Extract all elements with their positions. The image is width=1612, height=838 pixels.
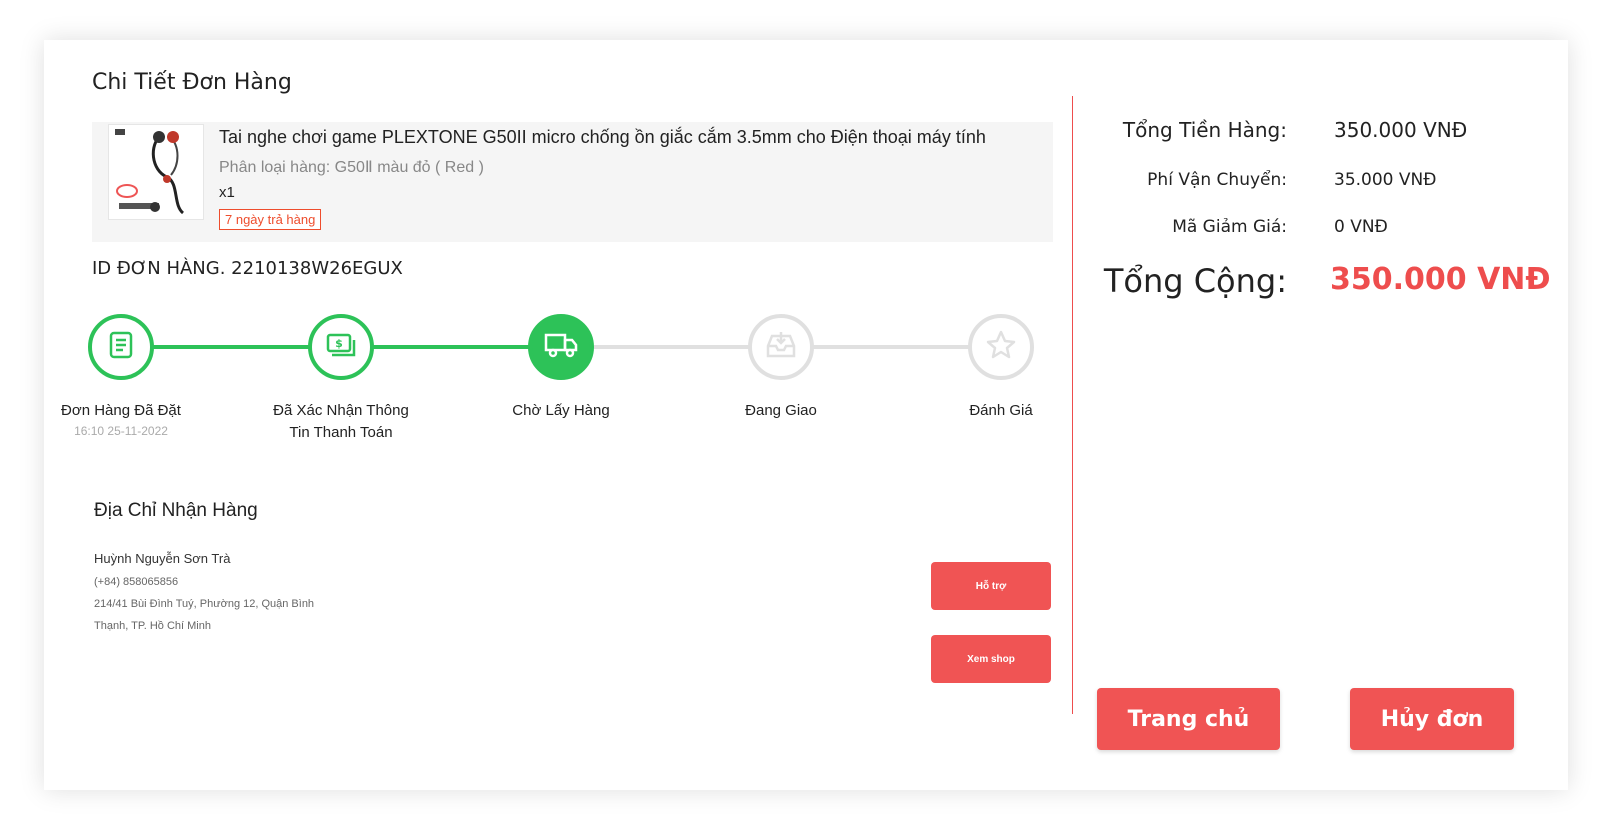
subtotal-value: 350.000 VNĐ bbox=[1334, 118, 1468, 142]
view-shop-button[interactable]: Xem shop bbox=[931, 635, 1051, 683]
inbox-icon bbox=[765, 330, 797, 365]
step-order-placed bbox=[88, 314, 154, 380]
step-label-shipping: Đang Giao bbox=[745, 402, 817, 419]
page-title: Chi Tiết Đơn Hàng bbox=[92, 70, 292, 95]
address-line-2: Thạnh, TP. Hồ Chí Minh bbox=[94, 620, 211, 632]
subtotal-label: Tổng Tiền Hàng: bbox=[1122, 118, 1287, 142]
discount-label: Mã Giảm Giá: bbox=[1172, 217, 1287, 237]
step-label-order-placed: Đơn Hàng Đã Đặt bbox=[61, 402, 181, 419]
step-label-awaiting-pickup: Chờ Lấy Hàng bbox=[512, 402, 610, 419]
cancel-order-button[interactable]: Hủy đơn bbox=[1350, 688, 1514, 750]
address-title: Địa Chỉ Nhận Hàng bbox=[94, 500, 258, 521]
star-icon bbox=[985, 329, 1017, 366]
step-awaiting-pickup bbox=[528, 314, 594, 380]
recipient-name: Huỳnh Nguyễn Sơn Trà bbox=[94, 551, 231, 566]
grand-total-value: 350.000 VNĐ bbox=[1330, 262, 1551, 297]
product-quantity: x1 bbox=[219, 184, 235, 201]
truck-icon bbox=[544, 331, 578, 364]
step-payment-confirmed: $ bbox=[308, 314, 374, 380]
svg-text:$: $ bbox=[335, 337, 343, 350]
step-timestamp: 16:10 25-11-2022 bbox=[74, 424, 168, 438]
grand-total-label: Tổng Cộng: bbox=[1103, 262, 1287, 300]
recipient-phone: (+84) 858065856 bbox=[94, 576, 179, 588]
discount-value: 0 VNĐ bbox=[1334, 217, 1388, 237]
shipping-fee-value: 35.000 VNĐ bbox=[1334, 170, 1437, 190]
support-button[interactable]: Hỗ trợ bbox=[931, 562, 1051, 610]
product-variant: Phân loại hàng: G50Ⅱ màu đỏ ( Red ) bbox=[219, 159, 484, 176]
return-policy-badge: 7 ngày trả hàng bbox=[219, 209, 322, 230]
step-label-review: Đánh Giá bbox=[969, 402, 1033, 419]
receipt-icon bbox=[106, 330, 136, 365]
money-icon: $ bbox=[325, 330, 357, 365]
address-line-1: 214/41 Bùi Đình Tuý, Phường 12, Quận Bìn… bbox=[94, 598, 315, 610]
product-thumbnail[interactable] bbox=[108, 124, 204, 220]
shipping-fee-label: Phí Vận Chuyển: bbox=[1147, 170, 1287, 190]
home-button[interactable]: Trang chủ bbox=[1097, 688, 1280, 750]
step-review bbox=[968, 314, 1034, 380]
order-id: ID ĐƠN HÀNG. 2210138W26EGUX bbox=[92, 258, 403, 279]
step-label-payment-confirmed: Đã Xác Nhận Thông Tin Thanh Toán bbox=[256, 400, 426, 444]
step-label-line2: Tin Thanh Toán bbox=[289, 424, 393, 441]
product-name[interactable]: Tai nghe chơi game PLEXTONE G50II micro … bbox=[219, 127, 986, 148]
product-item[interactable]: Tai nghe chơi game PLEXTONE G50II micro … bbox=[92, 122, 1053, 242]
step-shipping bbox=[748, 314, 814, 380]
step-label-line1: Đã Xác Nhận Thông bbox=[273, 402, 409, 419]
